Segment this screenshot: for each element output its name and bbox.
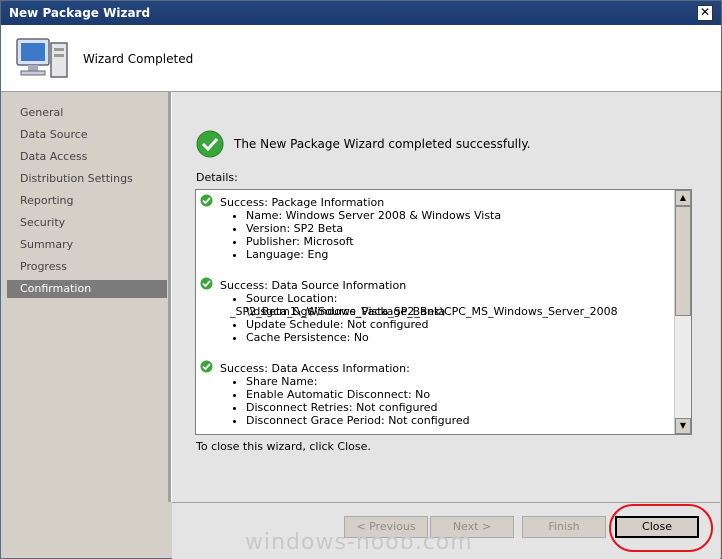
nav-item-progress[interactable]: Progress <box>7 258 167 276</box>
success-message: The New Package Wizard completed success… <box>234 137 531 151</box>
list-item: Update Schedule: Not configured <box>246 318 429 331</box>
window-title: New Package Wizard <box>9 6 151 20</box>
details-label: Details: <box>196 171 238 184</box>
nav-item-reporting[interactable]: Reporting <box>7 192 167 210</box>
section-heading: Success: Data Source Information <box>220 279 407 292</box>
scroll-down-icon[interactable]: ▼ <box>675 418 691 434</box>
close-hint-text: To close this wizard, click Close. <box>196 440 371 453</box>
list-item: Disconnect Retries: Not configured <box>246 401 470 414</box>
success-check-icon <box>200 194 213 207</box>
nav-item-security[interactable]: Security <box>7 214 167 232</box>
nav-item-distribution-settings[interactable]: Distribution Settings <box>7 170 167 188</box>
list-item: Publisher: Microsoft <box>246 235 501 248</box>
section-list: Share Name: Enable Automatic Disconnect:… <box>230 375 470 427</box>
section-heading: Success: Data Access Information: <box>220 362 410 375</box>
details-textbox[interactable]: Success: Package Information Name: Windo… <box>195 189 692 435</box>
section-list: Name: Windows Server 2008 & Windows Vist… <box>230 209 501 261</box>
list-item: Version: SP2 Beta <box>246 222 501 235</box>
wizard-content: The New Package Wizard completed success… <box>172 92 720 502</box>
list-item: Name: Windows Server 2008 & Windows Vist… <box>246 209 501 222</box>
scroll-up-icon[interactable]: ▲ <box>675 190 691 206</box>
list-item: Language: Eng <box>246 248 501 261</box>
list-item: Share Name: <box>246 375 470 388</box>
details-scrollbar[interactable]: ▲ ▼ <box>674 190 691 434</box>
scroll-thumb[interactable] <box>675 206 691 316</box>
list-item: Cache Persistence: No <box>246 331 429 344</box>
nav-item-summary[interactable]: Summary <box>7 236 167 254</box>
nav-item-general[interactable]: General <box>7 104 167 122</box>
title-bar: New Package Wizard ✕ <box>1 1 721 25</box>
nav-item-data-source[interactable]: Data Source <box>7 126 167 144</box>
close-window-icon[interactable]: ✕ <box>697 5 713 21</box>
list-item: Enable Automatic Disconnect: No <box>246 388 470 401</box>
nav-item-data-access[interactable]: Data Access <box>7 148 167 166</box>
wizard-steps-sidebar: General Data Source Data Access Distribu… <box>7 92 167 552</box>
close-button[interactable]: Close <box>615 516 699 538</box>
header-title: Wizard Completed <box>83 52 194 66</box>
success-check-icon <box>196 130 224 158</box>
watermark: windows-noob.com <box>245 530 473 555</box>
success-check-icon <box>200 360 213 373</box>
wizard-header: Wizard Completed <box>1 25 721 92</box>
section-heading: Success: Package Information <box>220 196 385 209</box>
nav-item-confirmation[interactable]: Confirmation <box>7 280 167 298</box>
success-check-icon <box>200 277 213 290</box>
wizard-window: New Package Wizard ✕ Wizard Completed Ge… <box>0 0 722 559</box>
finish-button[interactable]: Finish <box>522 516 606 538</box>
section-list: Update Schedule: Not configured Cache Pe… <box>230 318 429 344</box>
list-item-continuation: _SP2_Beta_&_Windows_Vista_SP2_Beta <box>230 305 446 318</box>
computer-icon <box>16 38 68 78</box>
list-item: Disconnect Grace Period: Not configured <box>246 414 470 427</box>
